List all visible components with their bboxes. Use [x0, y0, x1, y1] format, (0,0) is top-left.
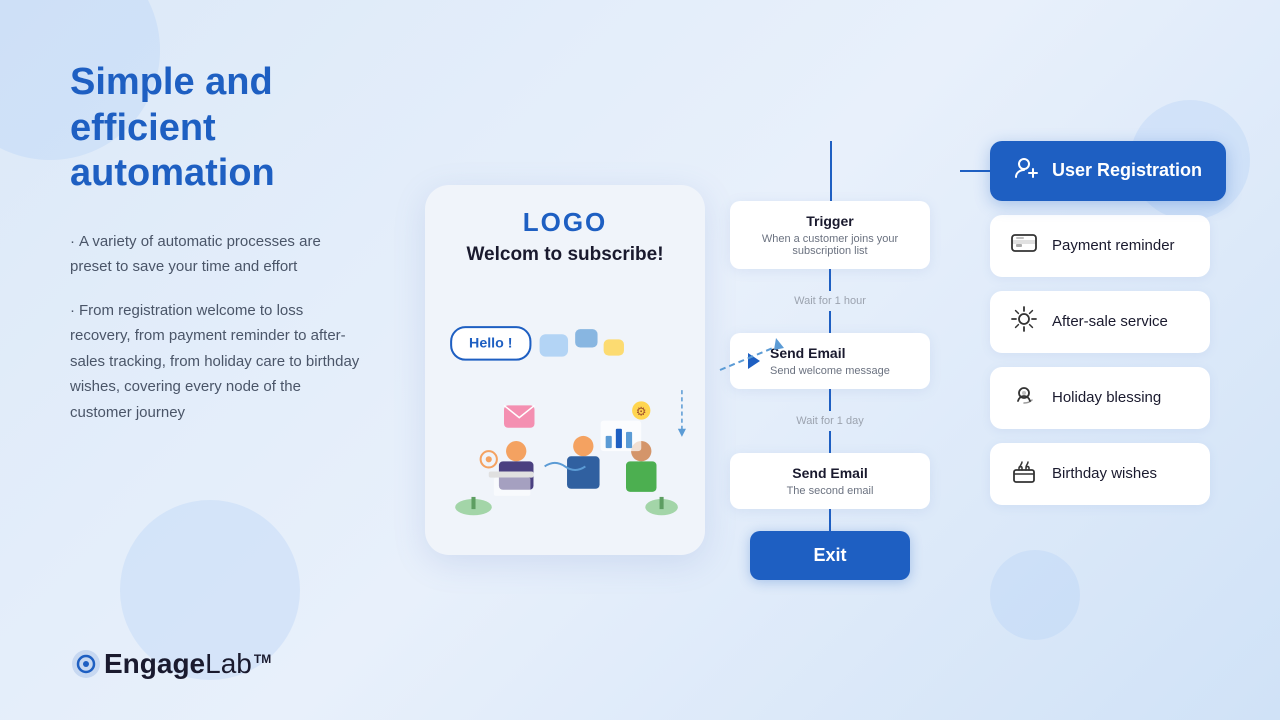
main-content: Simple and efficient automation A variet…: [0, 0, 1280, 720]
email2-title: Send Email: [748, 465, 912, 481]
connector-4: [829, 431, 831, 453]
headline: Simple and efficient automation: [70, 60, 360, 197]
user-registration-button[interactable]: User Registration: [990, 141, 1226, 201]
birthday-label: Birthday wishes: [1052, 465, 1157, 482]
right-section: Trigger When a customer joins your subsc…: [730, 0, 1280, 720]
logo-lab: Lab: [205, 648, 252, 679]
cards-column: Payment reminder After-sale service: [990, 215, 1210, 505]
phone-mockup: LOGO Welcom to subscribe! Hello !: [425, 185, 705, 555]
bullet-2: From registration welcome to loss recove…: [70, 298, 360, 426]
email2-subtitle: The second email: [748, 485, 912, 497]
trigger-title: Trigger: [748, 213, 912, 229]
center-section: LOGO Welcom to subscribe! Hello !: [400, 0, 730, 720]
logo-tm: TM: [254, 652, 271, 666]
exit-label: Exit: [813, 545, 846, 565]
svg-text:Hello !: Hello !: [469, 335, 512, 351]
headline-line1: Simple and efficient: [70, 61, 273, 149]
email1-subtitle: Send welcome message: [770, 365, 890, 377]
phone-illustration: Hello !: [443, 276, 687, 545]
phone-logo: LOGO: [523, 207, 608, 238]
email1-node: Send Email Send welcome message: [730, 333, 930, 389]
holiday-icon: [1010, 381, 1038, 415]
holiday-card: Holiday blessing: [990, 367, 1210, 429]
description: A variety of automatic processes are pre…: [70, 229, 360, 426]
email2-node: Send Email The second email: [730, 453, 930, 509]
payment-icon: [1010, 229, 1038, 263]
svg-text:⚙: ⚙: [636, 405, 647, 419]
birthday-card: Birthday wishes: [990, 443, 1210, 505]
logo-engage: Engage: [104, 648, 205, 679]
wait-2: Wait for 1 day: [796, 415, 863, 427]
connector-3: [829, 389, 831, 411]
left-section: Simple and efficient automation A variet…: [0, 0, 400, 720]
trigger-node: Trigger When a customer joins your subsc…: [730, 201, 930, 269]
connector-2: [829, 311, 831, 333]
email1-title: Send Email: [770, 345, 890, 361]
logo-area: EngageLabTM: [70, 618, 360, 680]
connector-5: [829, 509, 831, 531]
payment-label: Payment reminder: [1052, 237, 1175, 254]
after-sale-card: After-sale service: [990, 291, 1210, 353]
trigger-subtitle: When a customer joins your subscription …: [748, 233, 912, 257]
connector-1: [829, 269, 831, 291]
phone-welcome: Welcom to subscribe!: [466, 244, 663, 266]
holiday-label: Holiday blessing: [1052, 389, 1161, 406]
payment-card: Payment reminder: [990, 215, 1210, 277]
bullet-1: A variety of automatic processes are pre…: [70, 229, 360, 280]
user-reg-label: User Registration: [1052, 160, 1202, 181]
exit-node: Exit: [750, 531, 910, 580]
service-label: After-sale service: [1052, 313, 1168, 330]
headline-line2: automation: [70, 152, 275, 194]
wait-1: Wait for 1 hour: [794, 295, 866, 307]
email-arrow-1: [748, 353, 760, 369]
engagelab-logo-icon: [70, 648, 102, 680]
logo-text: EngageLabTM: [104, 648, 271, 680]
birthday-icon: [1010, 457, 1038, 491]
user-reg-icon: [1014, 155, 1040, 187]
service-icon: [1010, 305, 1038, 339]
